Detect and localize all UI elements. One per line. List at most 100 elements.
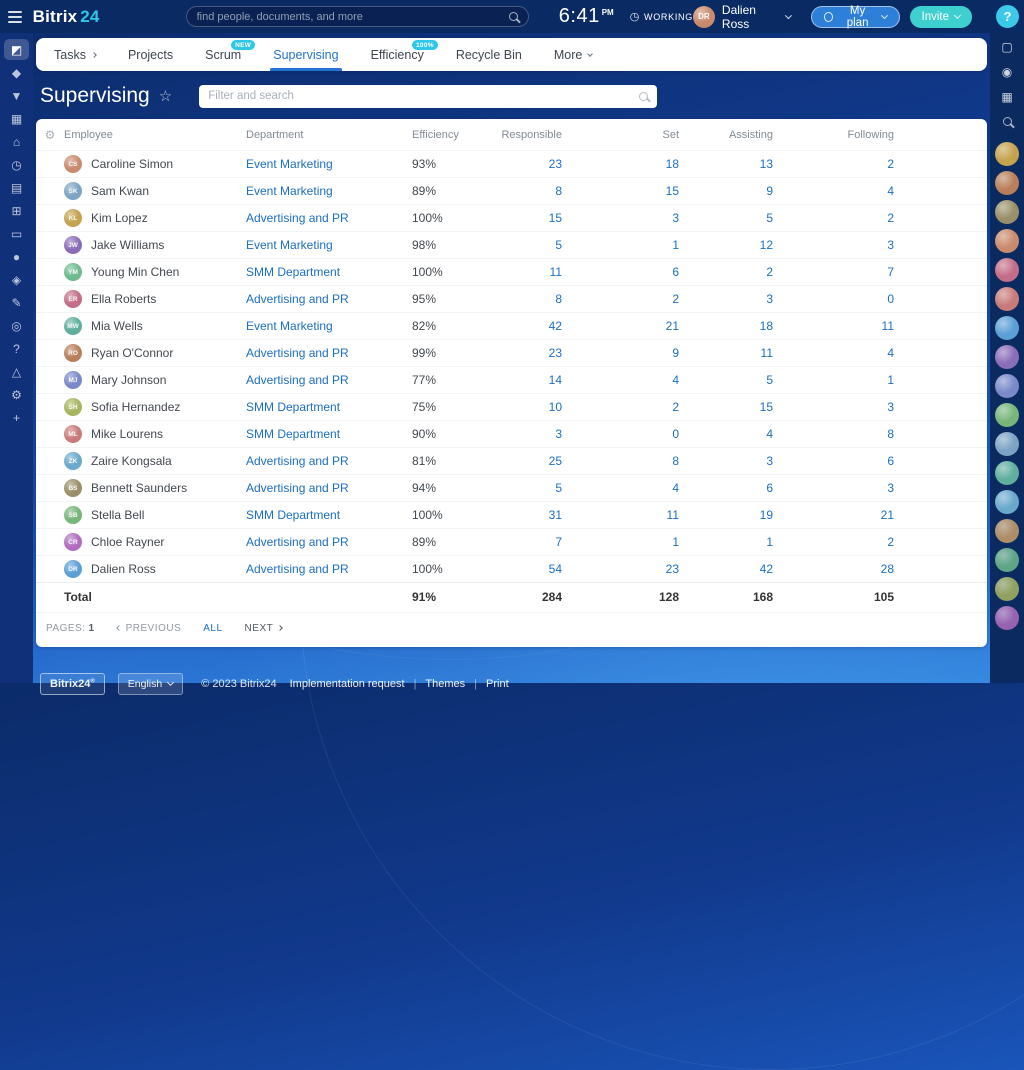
- calendar-icon[interactable]: ▦: [4, 108, 29, 129]
- employee-cell[interactable]: BS Bennett Saunders: [64, 474, 238, 502]
- set-link[interactable]: 4: [570, 366, 687, 394]
- assisting-link[interactable]: 11: [687, 339, 781, 367]
- employee-cell[interactable]: JW Jake Williams: [64, 231, 238, 259]
- set-link[interactable]: 18: [570, 150, 687, 178]
- tab-projects[interactable]: Projects: [128, 38, 173, 71]
- contact-avatar[interactable]: [995, 171, 1019, 195]
- col-efficiency[interactable]: Efficiency: [404, 119, 484, 151]
- employee-cell[interactable]: SB Stella Bell: [64, 501, 238, 529]
- following-link[interactable]: 2: [781, 528, 902, 556]
- employee-cell[interactable]: KL Kim Lopez: [64, 204, 238, 232]
- employee-cell[interactable]: MW Mia Wells: [64, 312, 238, 340]
- following-link[interactable]: 3: [781, 231, 902, 259]
- video-icon[interactable]: ●: [4, 246, 29, 267]
- assisting-link[interactable]: 12: [687, 231, 781, 259]
- settings-icon[interactable]: ⚙: [4, 384, 29, 405]
- employee-cell[interactable]: ML Mike Lourens: [64, 420, 238, 448]
- following-link[interactable]: 7: [781, 258, 902, 286]
- col-responsible[interactable]: Responsible: [484, 119, 570, 151]
- all-button[interactable]: ALL: [203, 623, 222, 634]
- department-link[interactable]: SMM Department: [238, 393, 404, 421]
- responsible-link[interactable]: 10: [484, 393, 570, 421]
- col-employee[interactable]: Employee: [64, 119, 238, 151]
- following-link[interactable]: 6: [781, 447, 902, 475]
- assisting-link[interactable]: 1: [687, 528, 781, 556]
- following-link[interactable]: 4: [781, 339, 902, 367]
- logo[interactable]: Bitrix 24: [33, 7, 100, 27]
- assisting-link[interactable]: 3: [687, 285, 781, 313]
- tab-recycle-bin[interactable]: Recycle Bin: [456, 38, 522, 71]
- department-link[interactable]: Event Marketing: [238, 312, 404, 340]
- sign-icon[interactable]: ✎: [4, 292, 29, 313]
- following-link[interactable]: 4: [781, 177, 902, 205]
- grid-settings-icon[interactable]: ⚙: [45, 128, 56, 142]
- following-link[interactable]: 0: [781, 285, 902, 313]
- help-button[interactable]: ?: [996, 5, 1019, 28]
- responsible-link[interactable]: 7: [484, 528, 570, 556]
- set-link[interactable]: 15: [570, 177, 687, 205]
- department-link[interactable]: Advertising and PR: [238, 366, 404, 394]
- contact-avatar[interactable]: [995, 490, 1019, 514]
- shop-icon[interactable]: ▭: [4, 223, 29, 244]
- responsible-link[interactable]: 5: [484, 474, 570, 502]
- set-link[interactable]: 23: [570, 555, 687, 583]
- following-link[interactable]: 2: [781, 204, 902, 232]
- contact-avatar[interactable]: [995, 374, 1019, 398]
- footer-link[interactable]: Implementation request: [290, 678, 405, 690]
- contact-avatar[interactable]: [995, 519, 1019, 543]
- contact-avatar[interactable]: [995, 548, 1019, 572]
- col-following[interactable]: Following: [781, 119, 902, 151]
- contact-avatar[interactable]: [995, 461, 1019, 485]
- responsible-link[interactable]: 23: [484, 339, 570, 367]
- following-link[interactable]: 1: [781, 366, 902, 394]
- user-menu[interactable]: DR Dalien Ross: [692, 3, 793, 31]
- work-status[interactable]: ◷ WORKING: [630, 10, 693, 23]
- contact-avatar[interactable]: [995, 403, 1019, 427]
- footer-logo[interactable]: Bitrix24®: [40, 672, 105, 695]
- company-icon[interactable]: ◈: [4, 269, 29, 290]
- department-link[interactable]: Advertising and PR: [238, 204, 404, 232]
- contact-avatar[interactable]: [995, 345, 1019, 369]
- department-link[interactable]: Event Marketing: [238, 177, 404, 205]
- set-link[interactable]: 1: [570, 528, 687, 556]
- contact-avatar[interactable]: [995, 577, 1019, 601]
- drive-icon[interactable]: ⌂: [4, 131, 29, 152]
- employee-cell[interactable]: SK Sam Kwan: [64, 177, 238, 205]
- employee-cell[interactable]: CS Caroline Simon: [64, 150, 238, 178]
- department-link[interactable]: Advertising and PR: [238, 555, 404, 583]
- workgroups-icon[interactable]: ▤: [4, 177, 29, 198]
- responsible-link[interactable]: 15: [484, 204, 570, 232]
- tab-scrum[interactable]: Scrum NEW: [205, 38, 256, 71]
- responsible-link[interactable]: 42: [484, 312, 570, 340]
- assisting-link[interactable]: 5: [687, 366, 781, 394]
- qr-login-icon[interactable]: ▦: [997, 87, 1017, 106]
- contact-avatar[interactable]: [995, 258, 1019, 282]
- topbar-search[interactable]: [185, 6, 529, 27]
- department-link[interactable]: Event Marketing: [238, 150, 404, 178]
- add-icon[interactable]: +: [4, 407, 29, 428]
- department-link[interactable]: Advertising and PR: [238, 285, 404, 313]
- set-link[interactable]: 21: [570, 312, 687, 340]
- department-link[interactable]: Advertising and PR: [238, 339, 404, 367]
- employee-cell[interactable]: CR Chloe Rayner: [64, 528, 238, 556]
- responsible-link[interactable]: 3: [484, 420, 570, 448]
- employee-cell[interactable]: DR Dalien Ross: [64, 555, 238, 583]
- following-link[interactable]: 2: [781, 150, 902, 178]
- contact-avatar[interactable]: [995, 432, 1019, 456]
- employee-cell[interactable]: RO Ryan O'Connor: [64, 339, 238, 367]
- language-select[interactable]: English: [117, 672, 184, 695]
- footer-link[interactable]: Print: [486, 678, 509, 690]
- lab-icon[interactable]: △: [4, 361, 29, 382]
- responsible-link[interactable]: 54: [484, 555, 570, 583]
- contact-avatar[interactable]: [995, 142, 1019, 166]
- tab-efficiency[interactable]: Efficiency 100%: [371, 38, 438, 71]
- employee-cell[interactable]: MJ Mary Johnson: [64, 366, 238, 394]
- desktop-app-icon[interactable]: ▢: [997, 37, 1017, 56]
- time-icon[interactable]: ◷: [4, 154, 29, 175]
- automation-icon[interactable]: ◎: [4, 315, 29, 336]
- department-link[interactable]: Advertising and PR: [238, 474, 404, 502]
- set-link[interactable]: 0: [570, 420, 687, 448]
- filter-bar[interactable]: [199, 84, 658, 108]
- invite-button[interactable]: Invite: [909, 5, 972, 28]
- department-link[interactable]: SMM Department: [238, 420, 404, 448]
